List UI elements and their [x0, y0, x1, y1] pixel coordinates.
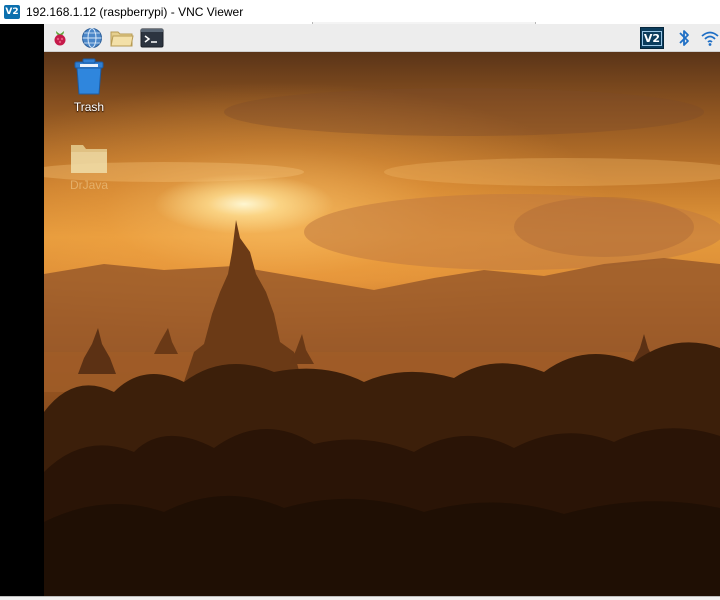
raspberry-menu-button[interactable]	[48, 27, 72, 49]
dark-foreground	[44, 495, 720, 596]
desktop-icon-drjava[interactable]: DrJava	[54, 142, 124, 192]
wifi-button[interactable]	[700, 27, 720, 49]
clouds	[44, 88, 720, 270]
vnc-server-icon: V2	[640, 27, 664, 49]
terminal-button[interactable]	[140, 27, 164, 49]
vnc-viewer-logo-icon: V2	[4, 5, 20, 19]
framebuffer-border	[0, 24, 44, 596]
web-browser-globe-icon	[82, 28, 102, 48]
window-bottom-edge	[0, 596, 720, 600]
file-manager-folder-icon	[110, 31, 134, 47]
taskbar-panel: V2	[44, 24, 720, 52]
bluetooth-button[interactable]	[672, 27, 696, 49]
desktop-icon-drjava-label: DrJava	[69, 178, 108, 192]
web-browser-button[interactable]	[80, 27, 104, 49]
wallpaper-scenery	[44, 88, 720, 596]
folder-icon	[71, 145, 107, 173]
vnc-server-tray-button[interactable]: V2	[638, 27, 666, 49]
vnc-server-icon-text: V2	[641, 30, 663, 46]
terminal-icon	[140, 28, 164, 48]
bluetooth-icon	[679, 30, 689, 46]
wifi-icon	[701, 31, 719, 46]
window-title: 192.168.1.12 (raspberrypi) - VNC Viewer	[26, 5, 244, 19]
trash-icon	[74, 58, 104, 95]
desktop-icon-trash-label: Trash	[73, 100, 105, 114]
desktop-icon-trash[interactable]: Trash	[54, 58, 124, 114]
window-titlebar[interactable]: V2 192.168.1.12 (raspberrypi) - VNC View…	[0, 0, 720, 24]
file-manager-button[interactable]	[110, 27, 134, 49]
desktop[interactable]: Trash DrJava	[44, 52, 720, 596]
raspberry-menu-icon	[54, 31, 66, 46]
